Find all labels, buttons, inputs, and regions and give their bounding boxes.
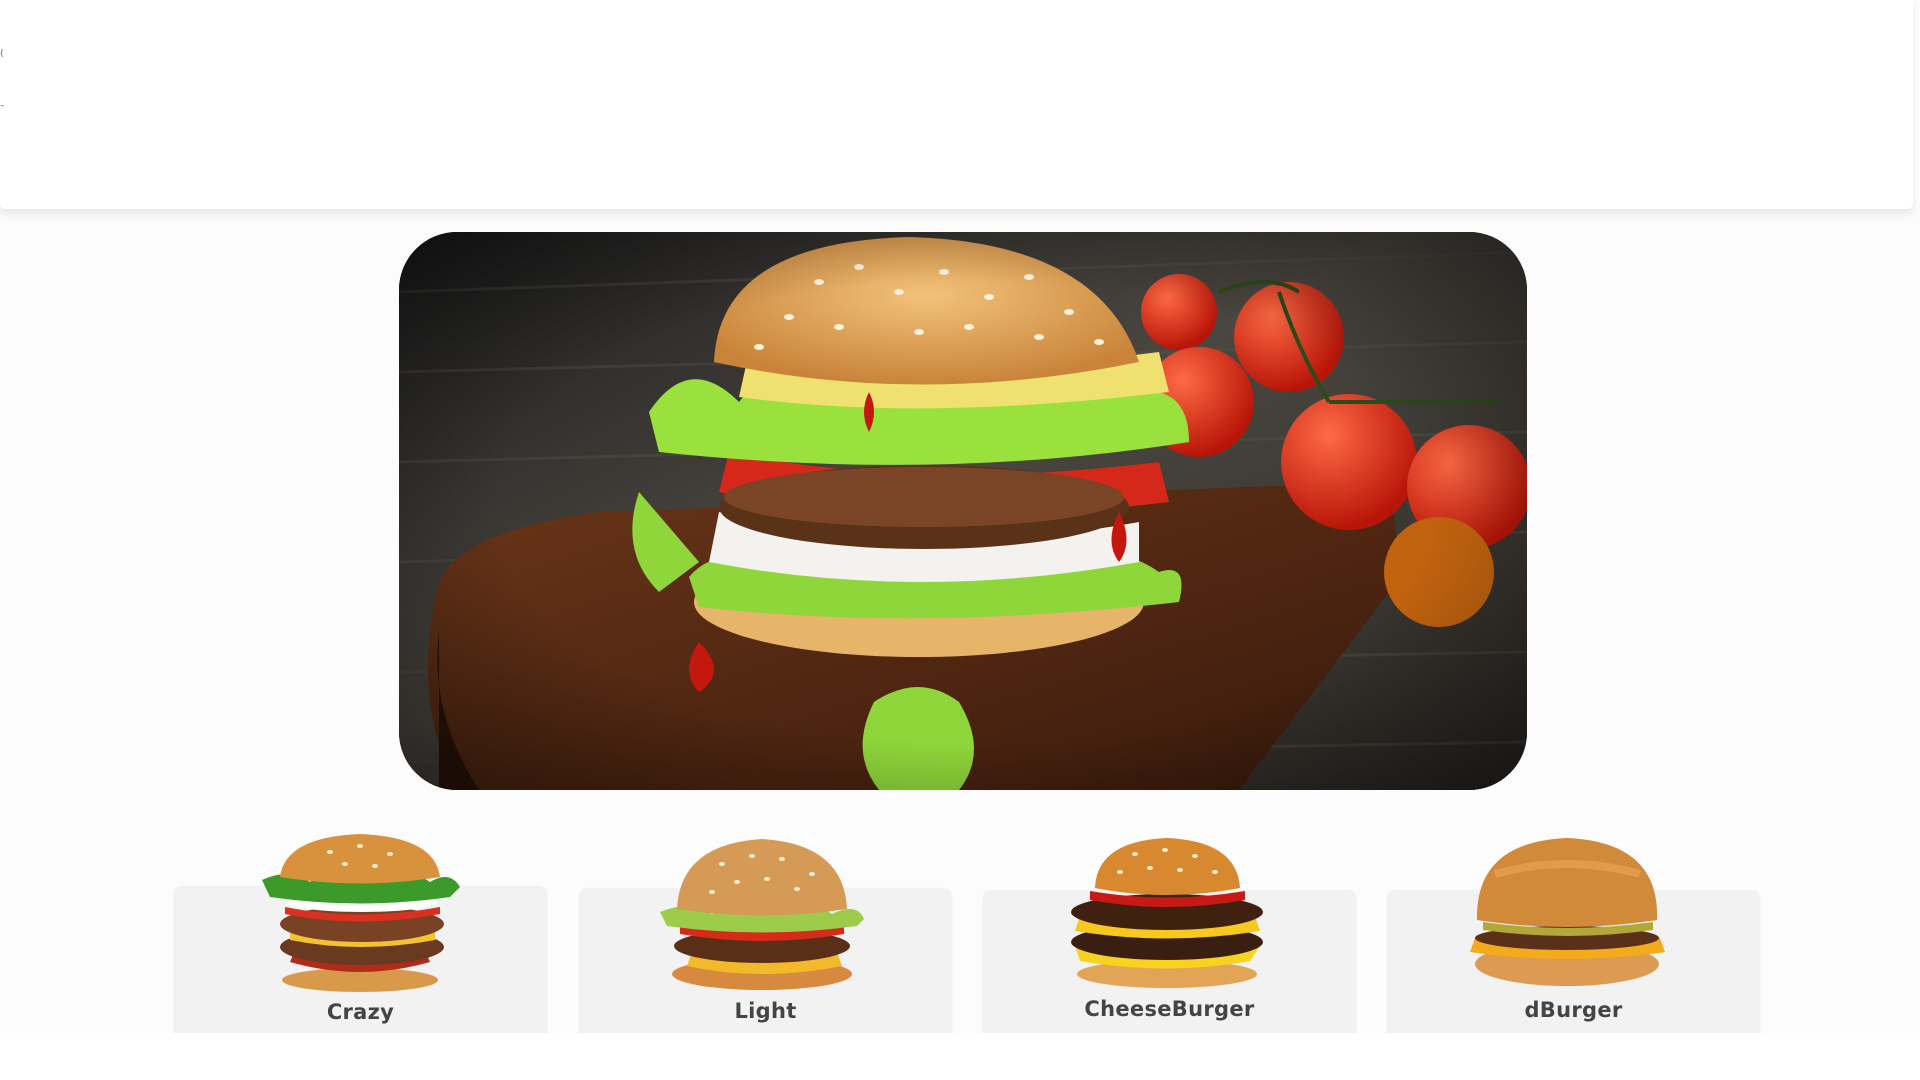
menu-item-label[interactable]: CheeseBurger (983, 997, 1356, 1021)
crazy-burger-image[interactable] (250, 832, 470, 992)
cheeseburger-image[interactable] (1055, 836, 1275, 996)
menu-item-label[interactable]: dBurger (1387, 998, 1760, 1022)
menu-items-section: Crazy Light CheeseBurger dBurger (0, 0, 1920, 1080)
menu-item-label[interactable]: Crazy (174, 1000, 547, 1024)
page-bottom-area (0, 1033, 1920, 1080)
light-burger-image[interactable] (652, 834, 872, 994)
dburger-image[interactable] (1455, 834, 1675, 994)
page: ⟨ – – (0, 0, 1920, 1080)
menu-item-label[interactable]: Light (579, 999, 952, 1023)
